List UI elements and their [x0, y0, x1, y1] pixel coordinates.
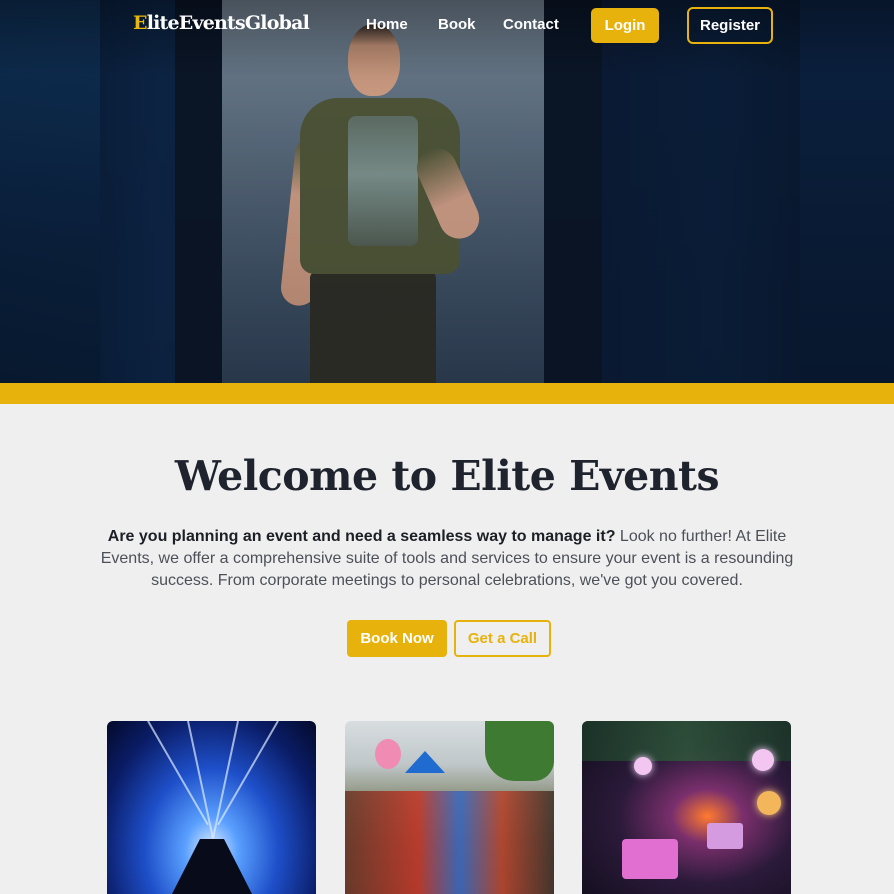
welcome-lead: Are you planning an event and need a sea…	[107, 528, 616, 545]
lounge-sofa	[622, 839, 678, 879]
nav-link-home[interactable]: Home	[366, 16, 408, 33]
blue-tent	[405, 751, 445, 773]
gallery-card-garden-party[interactable]	[582, 721, 791, 894]
accent-divider	[0, 383, 894, 404]
stage-light-beam	[212, 721, 239, 839]
logo-text: liteEventsGlobal	[146, 12, 310, 34]
stage-runway	[172, 839, 252, 894]
lounge-chair	[707, 823, 743, 849]
register-button[interactable]: Register	[687, 7, 773, 44]
tree-foliage	[485, 721, 554, 781]
logo-initial: E	[133, 12, 147, 34]
gallery-card-concert[interactable]	[107, 721, 316, 894]
login-button[interactable]: Login	[591, 8, 659, 43]
get-a-call-button[interactable]: Get a Call	[454, 620, 551, 657]
nav-link-contact[interactable]: Contact	[503, 16, 559, 33]
lantern	[752, 749, 774, 771]
stage-light-beam	[187, 721, 214, 839]
hero-shade-overlay	[0, 0, 894, 383]
welcome-description: Are you planning an event and need a sea…	[100, 526, 794, 592]
gallery-card-crowd[interactable]	[345, 721, 554, 894]
pink-balloon	[375, 739, 401, 769]
lantern	[634, 757, 652, 775]
hero-banner	[0, 0, 894, 383]
welcome-title: Welcome to Elite Events	[174, 452, 720, 500]
brand-logo[interactable]: EliteEventsGlobal	[133, 12, 310, 34]
top-navbar: EliteEventsGlobal Home Book Contact Logi…	[0, 0, 894, 52]
lantern	[757, 791, 781, 815]
crowd-people	[345, 791, 554, 894]
nav-link-book[interactable]: Book	[438, 16, 476, 33]
book-now-button[interactable]: Book Now	[347, 620, 447, 657]
